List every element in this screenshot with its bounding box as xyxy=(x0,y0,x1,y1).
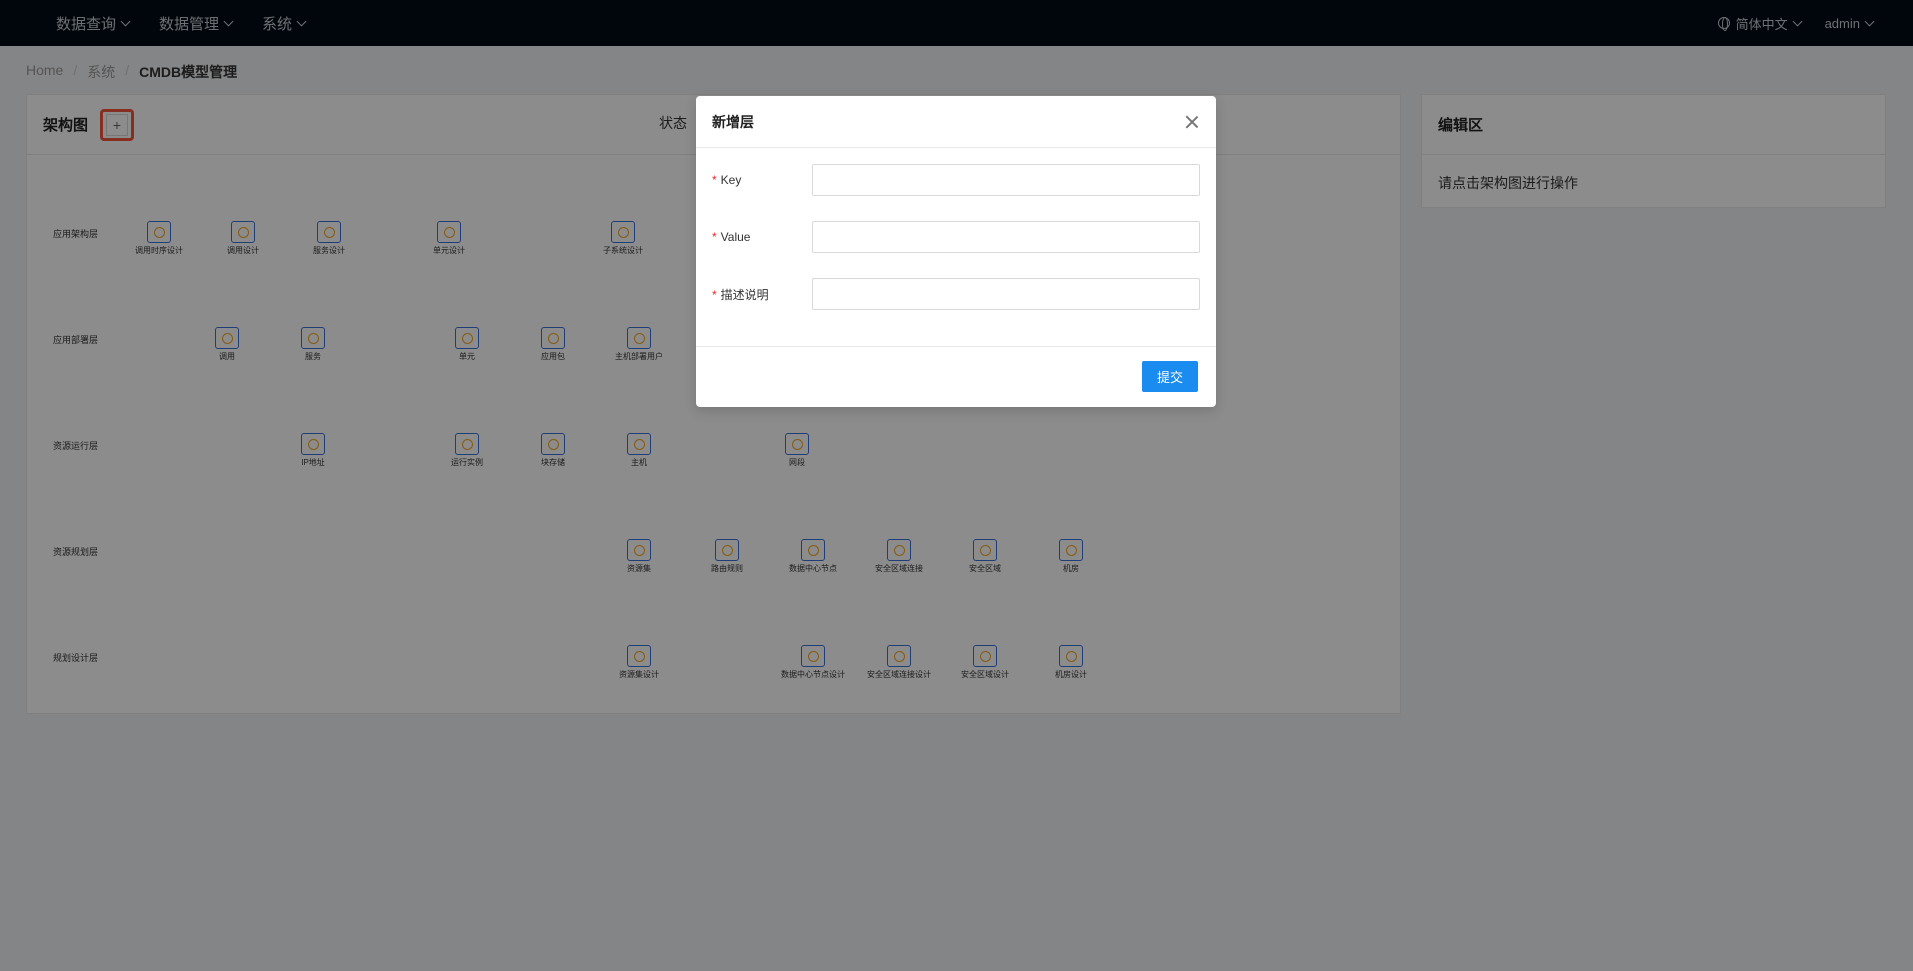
modal-title: 新增层 xyxy=(712,113,754,130)
form-row-key: * Key xyxy=(712,164,1200,196)
form-row-description: * 描述说明 xyxy=(712,278,1200,310)
value-label: * Value xyxy=(712,230,751,244)
key-label: * Key xyxy=(712,173,742,187)
key-input[interactable] xyxy=(812,164,1200,196)
value-input[interactable] xyxy=(812,221,1200,253)
submit-button[interactable]: 提交 xyxy=(1142,361,1198,392)
description-input[interactable] xyxy=(812,278,1200,310)
form-row-value: * Value xyxy=(712,221,1200,253)
description-label: * 描述说明 xyxy=(712,287,769,302)
close-icon[interactable] xyxy=(1184,114,1200,130)
add-layer-modal: 新增层 * Key * Value * 描述说明 提交 xyxy=(696,96,1216,407)
